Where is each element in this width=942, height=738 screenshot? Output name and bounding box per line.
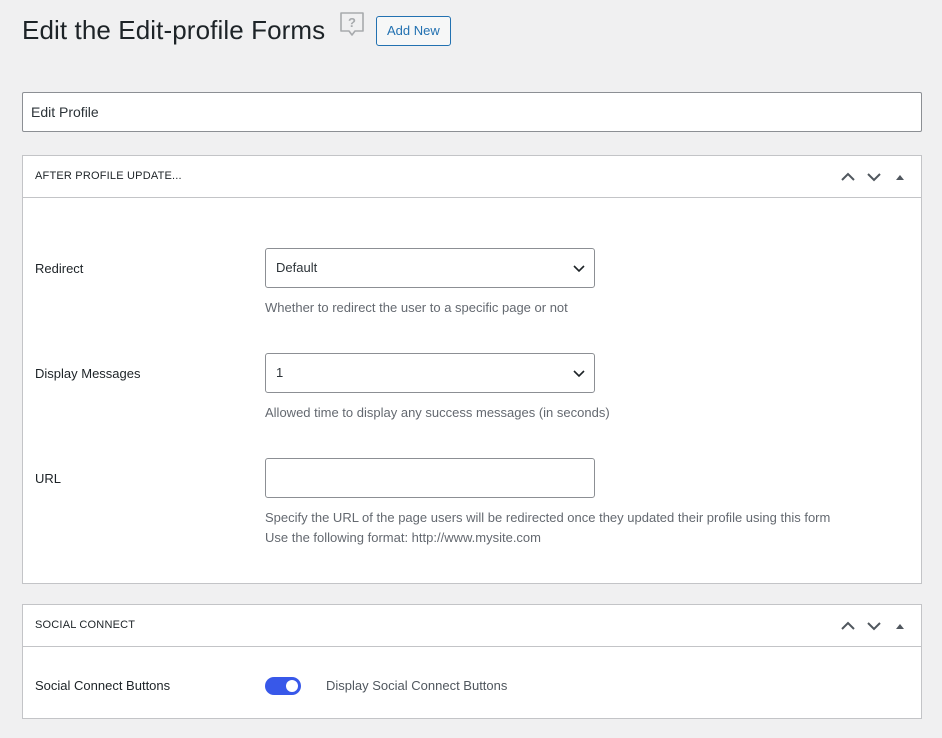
chevron-down-icon [573,265,585,273]
postbox-title: AFTER PROFILE UPDATE... [35,170,182,182]
postbox-header: AFTER PROFILE UPDATE... [23,156,921,198]
url-description-line2: Use the following format: http://www.mys… [265,530,541,545]
page-title: Edit the Edit-profile Forms [22,15,326,45]
add-new-button[interactable]: Add New [376,16,451,46]
move-up-icon[interactable] [835,608,861,644]
postbox-title: SOCIAL CONNECT [35,619,136,631]
social-connect-toggle[interactable] [265,677,301,695]
form-title-input[interactable] [22,92,922,132]
postbox-header: SOCIAL CONNECT [23,605,921,647]
social-connect-box: SOCIAL CONNECT Social Connect Buttons Di… [22,604,922,719]
handle-actions [835,156,913,197]
svg-text:?: ? [348,15,356,30]
toggle-knob [286,680,298,692]
handle-actions [835,605,913,646]
redirect-select[interactable]: Default [265,248,595,288]
url-description-line1: Specify the URL of the page users will b… [265,510,831,525]
move-down-icon[interactable] [861,608,887,644]
display-messages-label: Display Messages [35,366,141,381]
redirect-label: Redirect [35,261,84,276]
collapse-toggle-icon[interactable] [887,159,913,195]
display-messages-select[interactable]: 1 [265,353,595,393]
social-connect-toggle-label: Display Social Connect Buttons [326,678,508,693]
collapse-toggle-icon[interactable] [887,608,913,644]
url-input[interactable] [265,458,595,498]
display-messages-selected-value: 1 [276,365,284,380]
redirect-selected-value: Default [276,260,318,275]
display-messages-description: Allowed time to display any success mess… [265,405,610,420]
question-bubble-icon[interactable]: ? [338,11,366,39]
social-connect-buttons-label: Social Connect Buttons [35,678,171,693]
redirect-description: Whether to redirect the user to a specif… [265,300,568,315]
move-down-icon[interactable] [861,159,887,195]
move-up-icon[interactable] [835,159,861,195]
after-profile-update-box: AFTER PROFILE UPDATE... Redirect Default… [22,155,922,584]
url-label: URL [35,471,62,486]
chevron-down-icon [573,370,585,378]
